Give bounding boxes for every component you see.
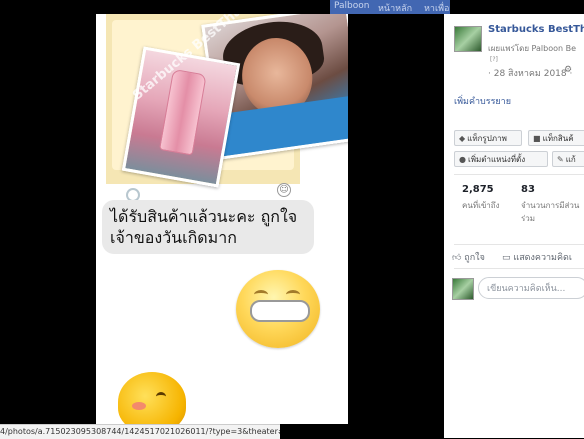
divider xyxy=(454,244,584,245)
divider xyxy=(454,268,584,269)
comment-icon: ▭ xyxy=(502,253,511,263)
page-name-link[interactable]: Starbucks BestThai xyxy=(488,24,584,35)
privacy-globe-icon[interactable]: ⚙ xyxy=(564,65,572,75)
post-sidebar: Starbucks BestThai เผยแพร่โดย Palboon Be… xyxy=(444,14,584,438)
top-navigation-bar: Palboon หน้าหลัก หาเพื่อน xyxy=(330,0,450,14)
tag-photo-button[interactable]: ◆ แท็กรูปภาพ xyxy=(454,130,522,146)
chat-message-line: เจ้าของวันเกิดมาก xyxy=(110,228,237,247)
page-avatar[interactable] xyxy=(454,26,482,52)
comment-button[interactable]: ▭ แสดงความคิดเ xyxy=(502,250,572,264)
nav-item[interactable]: หาเพื่อน xyxy=(424,1,450,14)
location-pin-icon: ● xyxy=(459,155,466,164)
photo-viewer[interactable]: Starbucks BestThai2014 By BestThai ☺ ได้… xyxy=(96,14,348,424)
pencil-icon: ✎ xyxy=(557,155,564,164)
chat-message-line: ได้รับสินค้าแล้วนะคะ ถูกใจ xyxy=(110,207,298,226)
comment-input[interactable]: เขียนความคิดเห็น... xyxy=(478,277,584,299)
add-description-link[interactable]: เพิ่มคำบรรยาย xyxy=(454,94,511,108)
thumbs-up-icon: 👍︎ xyxy=(452,253,462,263)
nav-item[interactable]: Palboon xyxy=(334,1,369,11)
reach-count: 2,875 xyxy=(462,184,494,195)
add-location-button[interactable]: ● เพิ่มตำแหน่งที่ตั้ง xyxy=(454,151,548,167)
edit-button[interactable]: ✎ แก้ xyxy=(552,151,584,167)
tag-product-button[interactable]: ■ แท็กสินค้ xyxy=(528,130,584,146)
tag-icon: ◆ xyxy=(459,134,466,143)
duck-sticker-icon xyxy=(118,372,186,424)
divider xyxy=(454,174,584,175)
post-date[interactable]: · 28 สิงหาคม 2018 · xyxy=(488,66,572,80)
user-avatar xyxy=(452,278,474,300)
engagement-count: 83 xyxy=(521,184,535,195)
tumbler-image xyxy=(158,68,207,156)
status-url: 4/photos/a.715023095308744/1424517021026… xyxy=(0,424,280,439)
nav-item[interactable]: หน้าหลัก xyxy=(378,1,412,14)
like-button[interactable]: 👍︎ ถูกใจ xyxy=(452,250,485,264)
reach-label: คนที่เข้าถึง xyxy=(462,201,500,210)
help-link[interactable]: [?] xyxy=(490,56,498,63)
chat-bubble: ได้รับสินค้าแล้วนะคะ ถูกใจ เจ้าของวันเกิ… xyxy=(102,200,314,254)
published-by[interactable]: เผยแพร่โดย Palboon Be xyxy=(488,42,576,55)
grin-sticker-icon xyxy=(236,270,320,348)
reaction-icon: ☺ xyxy=(277,183,291,197)
engagement-label: จำนวนการมีส่วนร่วม xyxy=(521,201,580,223)
bag-icon: ■ xyxy=(533,134,541,143)
photo-collage: Starbucks BestThai2014 By BestThai xyxy=(106,14,348,188)
